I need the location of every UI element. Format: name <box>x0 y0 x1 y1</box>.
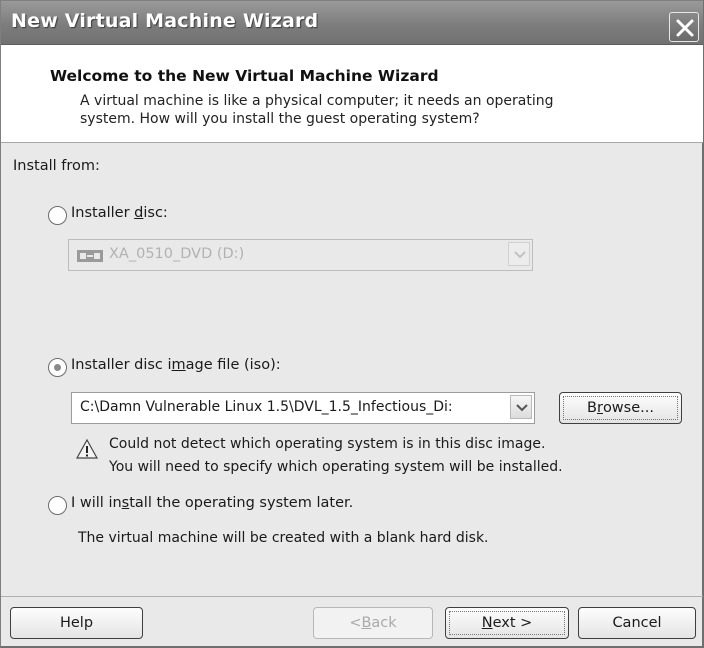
button-mnemonic: N <box>481 615 493 631</box>
warning-text-line: Could not detect which operating system … <box>109 436 546 452</box>
header-title: Welcome to the New Virtual Machine Wizar… <box>50 67 439 85</box>
label-text: isc: <box>143 205 168 221</box>
warning-icon <box>75 438 99 459</box>
button-text: ext > <box>492 615 533 631</box>
install-from-label: Install from: <box>13 158 100 174</box>
installer-disc-radio[interactable] <box>48 206 67 225</box>
back-button[interactable]: < Back <box>313 607 433 639</box>
footer-divider <box>1 596 703 597</box>
label-text: I will in <box>71 495 122 511</box>
install-later-label[interactable]: I will install the operating system late… <box>71 495 353 511</box>
button-text: owse... <box>602 400 654 416</box>
installer-iso-radio[interactable] <box>48 358 67 377</box>
install-later-note: The virtual machine will be created with… <box>78 530 489 546</box>
label-text: Installer <box>71 205 135 221</box>
installer-disc-label[interactable]: Installer disc: <box>71 205 168 221</box>
install-later-radio[interactable] <box>48 496 67 515</box>
label-mnemonic: m <box>171 357 186 373</box>
header-description-line: system. How will you install the guest o… <box>80 111 480 127</box>
warning-text-line: You will need to specify which operating… <box>109 459 563 475</box>
iso-path-dropdown-button[interactable] <box>510 395 532 419</box>
iso-path-input[interactable]: C:\Damn Vulnerable Linux 1.5\DVL_1.5_Inf… <box>80 399 508 415</box>
button-text: B <box>587 400 597 416</box>
button-mnemonic: B <box>361 615 372 631</box>
dvd-drive-icon <box>77 250 103 262</box>
iso-path-combo[interactable]: C:\Damn Vulnerable Linux 1.5\DVL_1.5_Inf… <box>71 392 535 424</box>
title-bar[interactable]: New Virtual Machine Wizard <box>1 1 703 45</box>
installer-iso-label[interactable]: Installer disc image file (iso): <box>71 357 281 373</box>
chevron-down-icon <box>516 404 528 412</box>
drive-select[interactable]: XA_0510_DVD (D:) <box>68 239 533 271</box>
button-text: ack <box>371 615 397 631</box>
label-text: age file (iso): <box>185 357 281 373</box>
label-text: Installer disc i <box>71 357 172 373</box>
close-button[interactable] <box>669 12 699 42</box>
drive-dropdown-button[interactable] <box>508 242 530 266</box>
label-text: tall the operating system later. <box>129 495 354 511</box>
close-icon <box>676 19 694 37</box>
browse-button[interactable]: Br owse... <box>559 392 682 424</box>
chevron-down-icon <box>514 251 526 259</box>
button-mnemonic: r <box>596 400 603 416</box>
drive-value: XA_0510_DVD (D:) <box>109 246 245 262</box>
wizard-header: Welcome to the New Virtual Machine Wizar… <box>1 45 703 143</box>
wizard-content: Install from: Installer disc: XA_0510_DV… <box>1 144 703 596</box>
label-mnemonic: d <box>134 205 144 221</box>
cancel-button[interactable]: Cancel <box>578 607 696 639</box>
header-description-line: A virtual machine is like a physical com… <box>80 93 554 109</box>
button-text: < <box>349 615 362 631</box>
help-button[interactable]: Help <box>10 607 143 639</box>
header-description: A virtual machine is like a physical com… <box>80 92 660 128</box>
window-title: New Virtual Machine Wizard <box>11 10 319 32</box>
next-button[interactable]: Next > <box>445 607 569 639</box>
wizard-window: New Virtual Machine Wizard Welcome to th… <box>0 0 704 648</box>
